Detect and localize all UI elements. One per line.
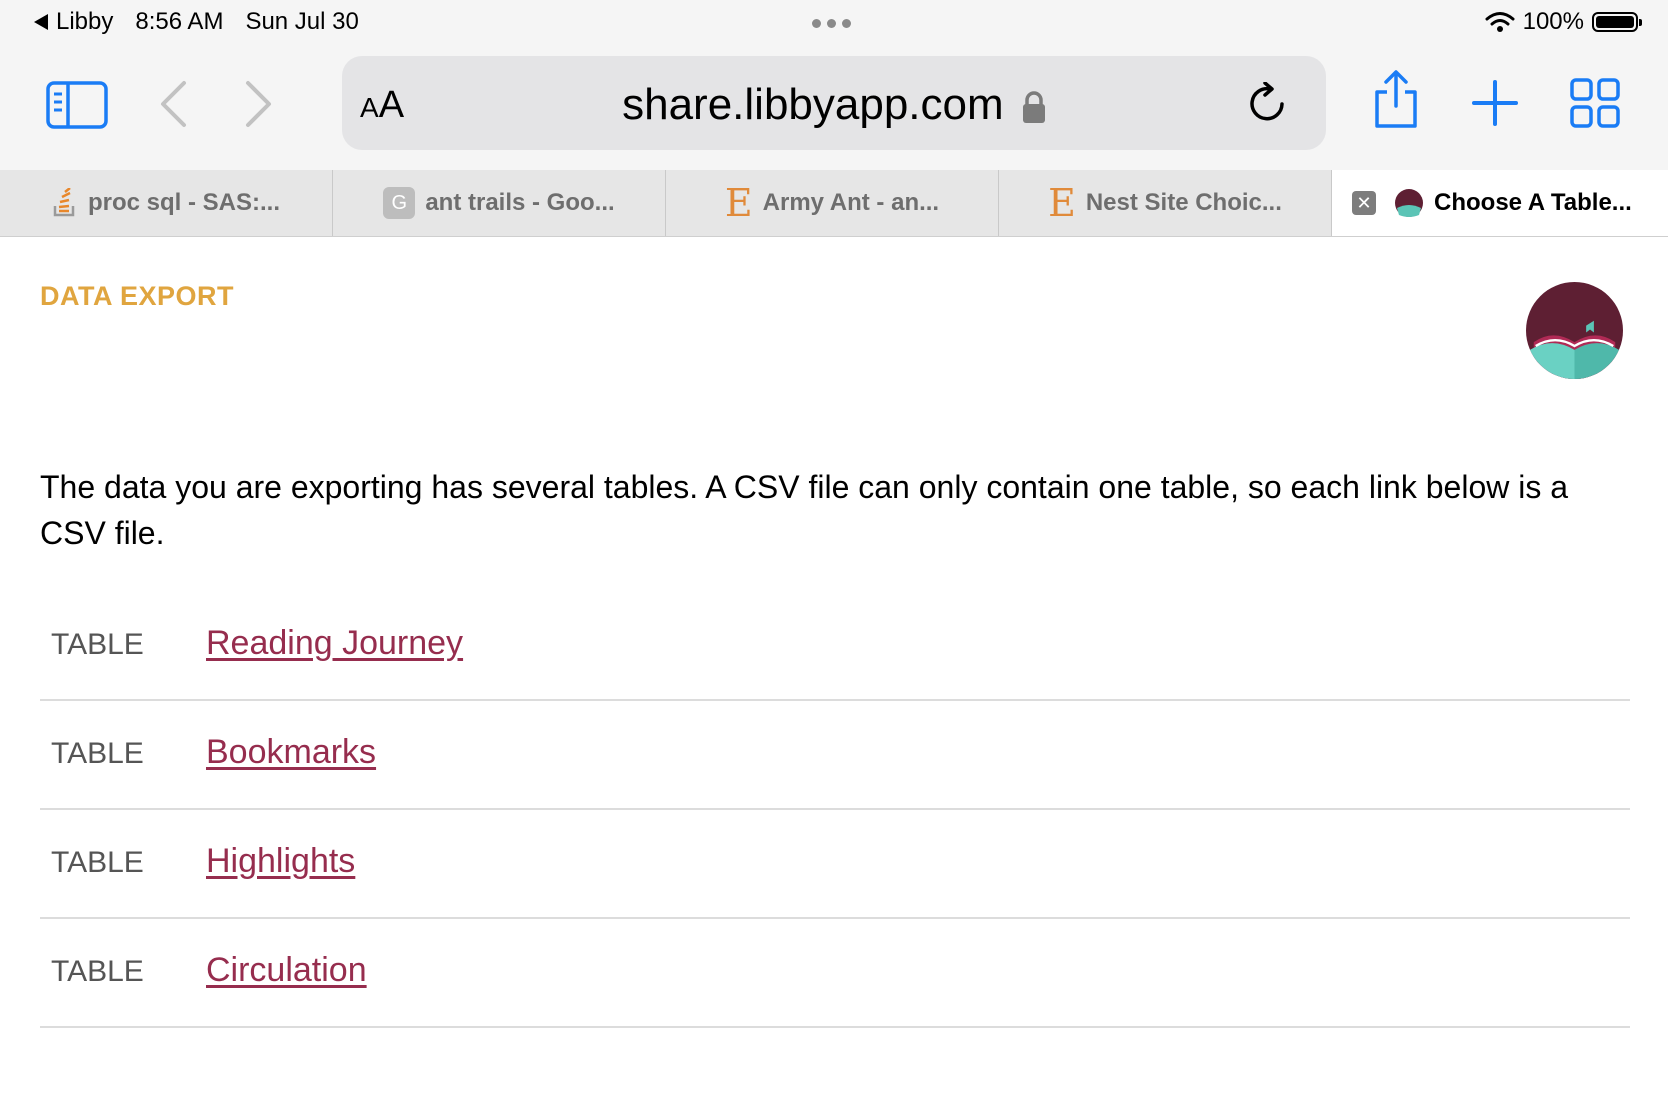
libby-logo-icon [1526,282,1623,379]
tab-title: Nest Site Choic... [1085,189,1282,216]
status-right: 100% [1485,8,1642,36]
back-to-app-icon[interactable] [34,14,48,30]
tab-proc-sql[interactable]: proc sql - SAS:... [0,170,333,236]
table-type-label: TABLE [51,628,144,661]
section-label: DATA EXPORT [40,281,234,311]
table-row: TABLE Circulation [40,919,1630,1028]
back-chevron-icon[interactable] [158,80,188,128]
close-tab-icon[interactable]: ✕ [1352,191,1376,215]
table-row: TABLE Highlights [40,810,1630,919]
wifi-icon [1485,12,1515,32]
libby-icon [1394,188,1424,218]
table-type-label: TABLE [51,737,144,770]
table-row: TABLE Bookmarks [40,701,1630,810]
stackoverflow-icon [52,188,78,218]
multitasking-dots-icon[interactable] [812,19,857,28]
tab-choose-a-table[interactable]: ✕ Choose A Table... [1332,170,1668,236]
table-row: TABLE Reading Journey [40,592,1630,701]
status-bar: Libby 8:56 AM Sun Jul 30 100% [0,0,1668,48]
battery-percent: 100% [1522,8,1584,35]
highlights-link[interactable]: Highlights [206,842,355,881]
status-left: Libby 8:56 AM Sun Jul 30 [34,8,381,36]
table-type-label: TABLE [51,846,144,879]
encyclopedia-e-icon: E [724,181,753,225]
tab-army-ant[interactable]: E Army Ant - an... [666,170,999,236]
browser-toolbar: AA share.libbyapp.com [0,48,1668,170]
status-date: Sun Jul 30 [245,8,359,35]
new-tab-icon[interactable] [1472,80,1518,126]
tab-bar: proc sql - SAS:... G ant trails - Goo...… [0,170,1668,237]
status-time: 8:56 AM [135,8,224,35]
forward-chevron-icon[interactable] [244,80,274,128]
table-link-list: TABLE Reading Journey TABLE Bookmarks TA… [40,592,1630,1028]
url-text[interactable]: share.libbyapp.com [622,80,1004,129]
tab-title: proc sql - SAS:... [87,189,281,216]
battery-icon [1592,12,1642,32]
encyclopedia-e-icon: E [1048,181,1076,225]
address-bar[interactable]: AA share.libbyapp.com [342,56,1326,150]
tab-title: Choose A Table... [1434,189,1632,216]
table-type-label: TABLE [51,955,144,988]
reading-journey-link[interactable]: Reading Journey [206,624,463,663]
lock-icon [1022,91,1045,124]
intro-text: The data you are exporting has several t… [40,469,1569,551]
tab-ant-trails[interactable]: G ant trails - Goo... [333,170,666,236]
bookmarks-link[interactable]: Bookmarks [206,733,376,772]
circulation-link[interactable]: Circulation [206,951,367,990]
tab-title: Army Ant - an... [762,189,940,216]
reload-icon[interactable] [1248,82,1288,124]
tab-overview-icon[interactable] [1570,78,1620,128]
google-icon: G [383,187,416,219]
share-icon[interactable] [1372,70,1420,130]
sidebar-toggle-icon[interactable] [46,81,108,129]
url-display[interactable]: share.libbyapp.com [342,80,1326,130]
tab-nest-site[interactable]: E Nest Site Choic... [999,170,1332,236]
back-app-label[interactable]: Libby [56,8,113,36]
tab-title: ant trails - Goo... [425,189,615,216]
